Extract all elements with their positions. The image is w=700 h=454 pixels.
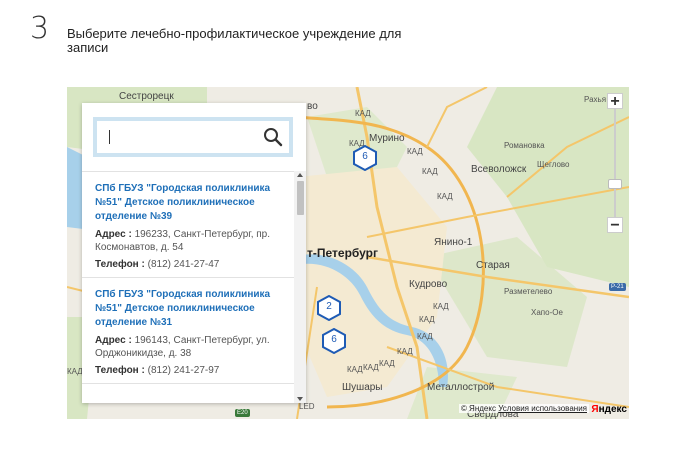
clinic-list-panel: СПб ГБУЗ "Городская поликлиника №51" Дет… [82,103,306,403]
address-label: Адрес : [95,229,132,240]
map-label-razhya: Рахья [584,95,607,104]
yandex-logo-letter: Я [591,404,599,415]
search-input[interactable] [103,125,257,151]
phone-value: (812) 241-27-97 [147,365,220,376]
yandex-logo[interactable]: Яндекс [591,404,627,415]
zoom-slider-handle[interactable] [608,179,622,189]
cluster-count: 2 [326,301,332,312]
map-cluster-marker[interactable]: 6 [353,145,377,171]
step-title: Выберите лечебно-профилактическое учрежд… [67,26,402,55]
list-item[interactable]: СПб ГБУЗ "Городская поликлиника №51" Дет… [82,278,294,384]
address-label: Адрес : [95,335,132,346]
clinic-name-link[interactable]: СПб ГБУЗ "Городская поликлиника №51" Дет… [95,182,282,224]
copyright-text: © Яндекс [460,404,496,413]
map-label-kad4: КАД [422,167,438,176]
map-label-kad9: КАД [397,347,413,356]
map-cluster-marker[interactable]: 6 [322,328,346,354]
cluster-count: 6 [362,151,368,162]
map-label-led: LED [299,402,315,411]
clinic-address: Адрес : 196233, Санкт-Петербург, пр. Кос… [95,228,282,254]
scroll-thumb[interactable] [297,181,304,215]
map-label-metallostroy: Металлострой [427,382,495,393]
map-label-kad10: КАД [379,359,395,368]
search-box [93,117,293,157]
map-label-kad1: КАД [355,109,371,118]
phone-value: (812) 241-27-47 [147,259,220,270]
zoom-control: + − [607,93,623,234]
clinic-address: Адрес : 196143, Санкт-Петербург, ул. Орд… [95,334,282,360]
clinic-phone: Телефон : (812) 241-27-97 [95,364,282,377]
map-label-staraya: Старая [476,260,510,271]
map-label-murino: Мурино [369,133,405,144]
road-badge-r21: P-21 [609,283,626,291]
phone-label: Телефон : [95,259,145,270]
step-number: 3 [30,11,50,46]
map-label-vo: во [307,101,318,112]
cluster-count: 6 [331,334,337,345]
map-cluster-marker[interactable]: 2 [317,295,341,321]
clinic-phone: Телефон : (812) 241-27-47 [95,258,282,271]
zoom-in-button[interactable]: + [607,93,623,110]
map-label-vsevolozhsk: Всеволожск [471,164,527,175]
scroll-up-arrow[interactable] [297,173,303,177]
map-label-romanovka: Романовка [504,141,545,150]
map-label-kad8: КАД [417,332,433,341]
map-label-kad6: КАД [433,302,449,311]
map-label-spb: т-Петербург [307,246,378,260]
road-badge-e20: E20 [235,409,250,417]
clinic-list: СПб ГБУЗ "Городская поликлиника №51" Дет… [82,171,294,403]
map-label-kad11: КАД [363,363,379,372]
clinic-name-link[interactable]: СПб ГБУЗ "Городская поликлиника №51" Дет… [95,288,282,330]
map-label-yanino: Янино-1 [434,237,473,248]
zoom-out-button[interactable]: − [607,217,623,234]
map-label-shushary: Шушары [342,382,383,393]
list-item[interactable]: СПб ГБУЗ "Городская поликлиника №51" Дет… [82,172,294,278]
map-label-khapo-oe: Хапо-Ое [531,308,563,317]
map-label-kad5: КАД [437,192,453,201]
scroll-down-arrow[interactable] [297,397,303,401]
map-label-kad7: КАД [419,315,435,324]
map-label-sestroretsk: Сестрорецк [119,91,174,102]
search-icon[interactable] [263,127,283,152]
list-scrollbar[interactable] [294,171,306,403]
map-label-kad3: КАД [407,147,423,156]
map-label-kudrovo: Кудрово [409,279,448,290]
map-label-kad12: КАД [347,365,363,374]
phone-label: Телефон : [95,365,145,376]
map-copyright: © Яндекс Условия использования [458,404,589,413]
map-label-kad13: КАД [67,367,83,376]
map-label-razmetelevo: Разметелево [504,287,553,296]
terms-link[interactable]: Условия использования [498,404,587,413]
zoom-slider-track[interactable] [608,109,622,217]
yandex-logo-rest: ндекс [598,404,627,415]
map-label-shcheglovo: Щеглово [537,160,570,169]
